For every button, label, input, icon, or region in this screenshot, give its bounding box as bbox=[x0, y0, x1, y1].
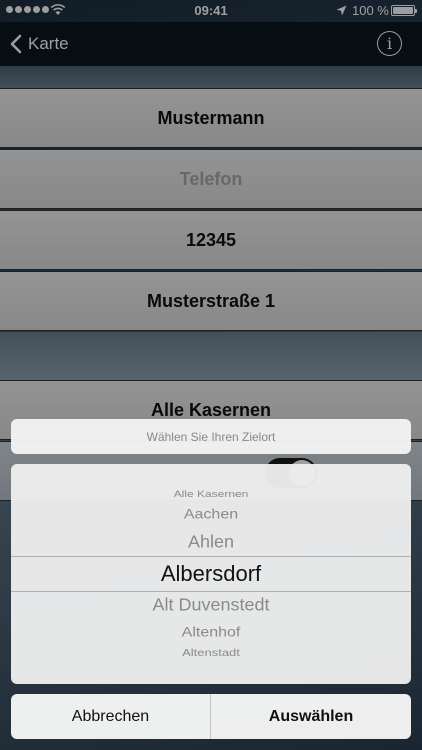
picker-actions: Abbrechen Auswählen bbox=[11, 694, 411, 739]
picker-option[interactable]: Ahlen bbox=[11, 533, 411, 553]
picker-option[interactable]: Altenstadt bbox=[11, 647, 411, 658]
cancel-button[interactable]: Abbrechen bbox=[11, 694, 211, 739]
picker-title: Wählen Sie Ihren Zielort bbox=[11, 419, 411, 454]
picker-option[interactable]: Alt Duvenstedt bbox=[11, 596, 411, 616]
picker-option-selected[interactable]: Albersdorf bbox=[11, 561, 411, 587]
selection-line-bottom bbox=[11, 591, 411, 592]
app-screen: 09:41 100 % Karte i Mustermann Telefon 1… bbox=[0, 0, 422, 750]
select-button[interactable]: Auswählen bbox=[211, 694, 411, 739]
picker-option[interactable]: Alle Kasernen bbox=[11, 489, 411, 500]
destination-picker[interactable]: Alle Kasernen Aachen Ahlen Albersdorf Al… bbox=[11, 464, 411, 684]
picker-option[interactable]: Aachen bbox=[11, 507, 411, 522]
picker-option[interactable]: Altenhof bbox=[11, 625, 411, 640]
selection-line-top bbox=[11, 556, 411, 557]
